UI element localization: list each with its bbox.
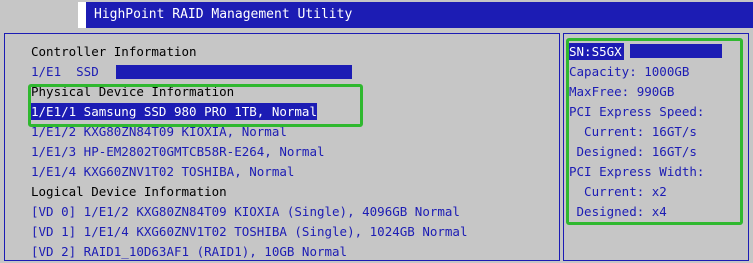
redacted-controller-name [116,65,352,79]
main-panel: Controller Information 1/E1 SSD Physical… [4,33,560,261]
title-bar: HighPoint RAID Management Utility [0,0,753,31]
logical-info-header: Logical Device Information [31,184,227,199]
logical-device-item[interactable]: [VD 2] RAID1_10D63AF1 (RAID1), 10GB Norm… [31,243,347,260]
device-details-panel: SN:S5GX Capacity: 1000GB MaxFree: 990GB … [563,33,749,261]
physical-device-highlight-box [28,84,363,127]
controller-item[interactable]: 1/E1 SSD [31,63,99,80]
physical-device-item[interactable]: 1/E1/4 KXG60ZNV1T02 TOSHIBA, Normal [31,163,294,180]
physical-device-item[interactable]: 1/E1/3 HP-EM2802T0GMTCB58R-E264, Normal [31,143,325,160]
title-box: HighPoint RAID Management Utility [78,2,753,28]
app-title: HighPoint RAID Management Utility [94,7,353,22]
logical-device-item[interactable]: [VD 0] 1/E1/2 KXG80ZN84T09 KIOXIA (Singl… [31,203,460,220]
logical-device-item[interactable]: [VD 1] 1/E1/4 KXG60ZNV1T02 TOSHIBA (Sing… [31,223,468,240]
details-highlight-box [566,38,743,225]
controller-info-header: Controller Information [31,44,197,59]
